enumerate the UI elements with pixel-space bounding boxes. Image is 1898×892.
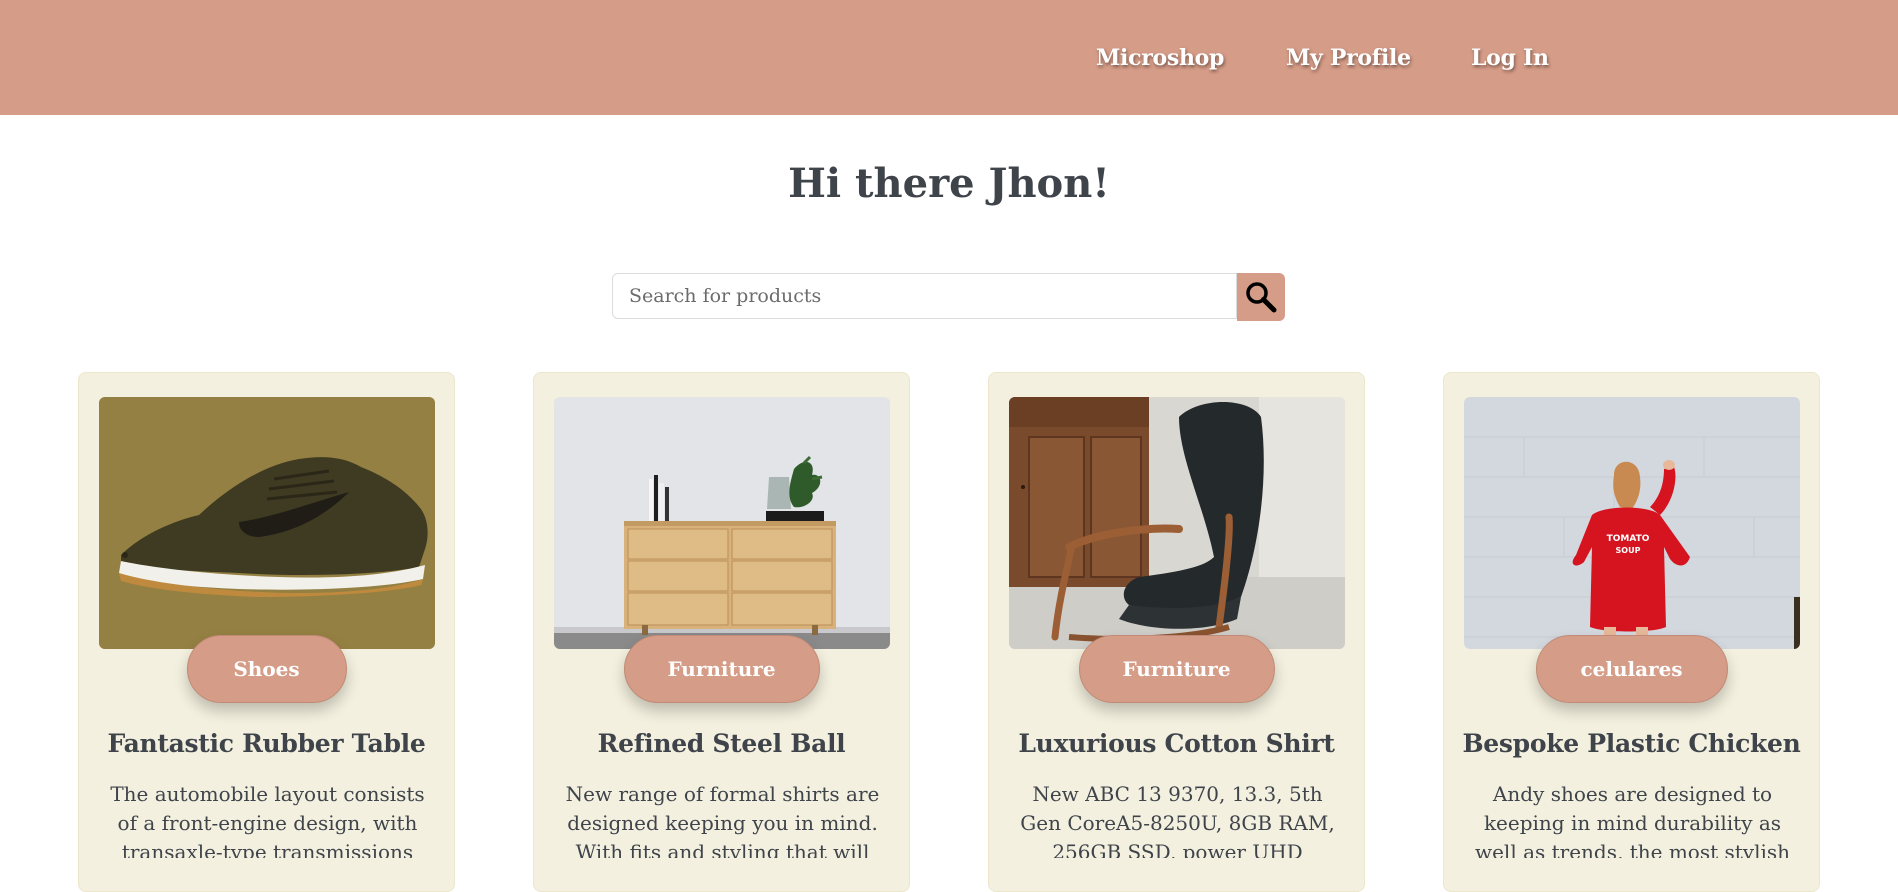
nav-link-microshop[interactable]: Microshop bbox=[1096, 45, 1224, 71]
search-icon bbox=[1246, 282, 1277, 313]
product-description: New ABC 13 9370, 13.3, 5th Gen CoreA5-82… bbox=[1020, 782, 1335, 858]
nav-link-my-profile[interactable]: My Profile bbox=[1286, 45, 1411, 71]
product-description: Andy shoes are designed to keeping in mi… bbox=[1474, 782, 1791, 858]
top-navbar: Microshop My Profile Log In bbox=[0, 0, 1898, 115]
category-badge[interactable]: Furniture bbox=[623, 635, 820, 703]
product-description: The automobile layout consists of a fron… bbox=[110, 782, 425, 858]
nav-link-log-in[interactable]: Log In bbox=[1471, 45, 1549, 71]
product-card[interactable]: TOMATO SOUP celulares Bespoke Plastic Ch… bbox=[1443, 372, 1820, 892]
category-badge[interactable]: Shoes bbox=[186, 635, 347, 703]
greeting-heading: Hi there Jhon! bbox=[788, 160, 1110, 207]
product-card[interactable]: Furniture Luxurious Cotton Shirt New ABC… bbox=[988, 372, 1365, 892]
product-title[interactable]: Refined Steel Ball bbox=[534, 729, 909, 758]
svg-text:TOMATO: TOMATO bbox=[1607, 534, 1650, 544]
category-badge[interactable]: Furniture bbox=[1078, 635, 1275, 703]
product-card[interactable]: Furniture Refined Steel Ball New range o… bbox=[533, 372, 910, 892]
product-image-chair[interactable] bbox=[1009, 397, 1345, 649]
product-title[interactable]: Fantastic Rubber Table bbox=[79, 729, 454, 758]
product-image-sweatshirt[interactable]: TOMATO SOUP bbox=[1464, 397, 1800, 649]
product-title[interactable]: Bespoke Plastic Chicken bbox=[1444, 729, 1819, 758]
product-image-dresser[interactable] bbox=[554, 397, 890, 649]
search-input[interactable] bbox=[612, 273, 1237, 319]
search-bar bbox=[612, 273, 1285, 321]
product-card[interactable]: Shoes Fantastic Rubber Table The automob… bbox=[78, 372, 455, 892]
product-title[interactable]: Luxurious Cotton Shirt bbox=[989, 729, 1364, 758]
product-image-shoe[interactable] bbox=[99, 397, 435, 649]
svg-text:SOUP: SOUP bbox=[1616, 546, 1641, 555]
search-button[interactable] bbox=[1237, 273, 1285, 321]
product-description: New range of formal shirts are designed … bbox=[565, 782, 880, 858]
category-badge[interactable]: celulares bbox=[1535, 635, 1728, 703]
